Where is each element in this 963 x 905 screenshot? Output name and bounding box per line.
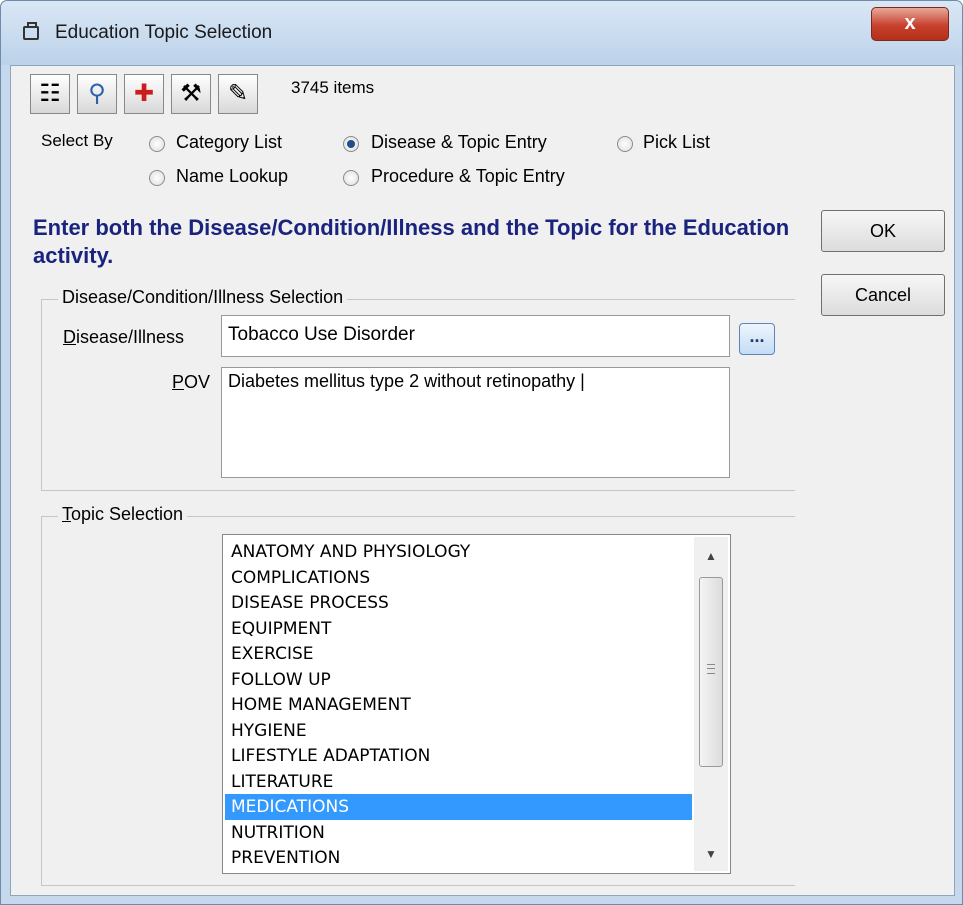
label-rest: OV [184,372,211,392]
radio-button[interactable] [149,170,165,186]
toolbar: ☷ ⚲ ✚ ⚒ ✎ [30,74,260,116]
pov-label: POV [172,372,210,393]
topic-list-item[interactable]: HYGIENE [225,718,692,744]
item-count: 3745 items [291,78,375,97]
instruction-text: Enter both the Disease/Condition/Illness… [33,215,790,268]
radio-button-selected[interactable] [343,136,359,152]
vertical-scrollbar[interactable]: ▲ ▼ [694,537,728,871]
label-rest: isease/Illness [76,327,185,347]
topic-list-item-selected[interactable]: MEDICATIONS [225,794,692,820]
radio-label[interactable]: Pick List [643,132,710,153]
radio-button[interactable] [149,136,165,152]
radio-label[interactable]: Name Lookup [176,166,288,187]
title-bar[interactable]: Education Topic Selection x [1,1,962,65]
topic-list-item[interactable]: EQUIPMENT [225,616,692,642]
topic-listbox[interactable]: ANATOMY AND PHYSIOLOGY COMPLICATIONS DISEA… [222,534,731,874]
label-mnemonic: P [172,372,185,392]
tree-icon[interactable]: ☷ [30,74,70,114]
scroll-up-icon[interactable]: ▲ [694,541,728,571]
radio-label[interactable]: Procedure & Topic Entry [371,166,565,187]
topic-list-item[interactable]: HOME MANAGEMENT [225,692,692,718]
label-mnemonic: D [63,327,76,347]
pov-textarea[interactable]: Diabetes mellitus type 2 without retinop… [221,367,730,478]
grip-icon [707,664,715,674]
radio-button[interactable] [617,136,633,152]
cancel-button[interactable]: Cancel [821,274,945,316]
window-icon [23,22,39,40]
dialog-window: Education Topic Selection x ☷ ⚲ ✚ ⚒ ✎ 37… [0,0,963,905]
dialog-client: ☷ ⚲ ✚ ⚒ ✎ 3745 items Select By Category … [10,65,955,896]
window-title: Education Topic Selection [55,22,273,43]
scroll-thumb[interactable] [699,577,723,767]
add-icon[interactable]: ✚ [124,74,164,114]
topic-list-item[interactable]: EXERCISE [225,641,692,667]
browse-disease-button[interactable]: ... [739,323,775,355]
close-button[interactable]: x [871,7,949,41]
topic-list-item[interactable]: NUTRITION [225,820,692,846]
radio-label[interactable]: Category List [176,132,282,153]
radio-label[interactable]: Disease & Topic Entry [371,132,547,153]
search-icon[interactable]: ⚲ [77,74,117,114]
topic-list-item[interactable]: COMPLICATIONS [225,565,692,591]
group-title: Topic Selection [58,504,188,525]
topic-list-item[interactable]: LITERATURE [225,769,692,795]
scroll-down-icon[interactable]: ▼ [694,839,728,869]
topic-list-item[interactable]: PREVENTION [225,845,692,871]
disease-illness-label: Disease/Illness [63,327,184,348]
ok-button[interactable]: OK [821,210,945,252]
topic-list-item[interactable]: DISEASE PROCESS [225,590,692,616]
label-mnemonic: T [62,504,71,524]
disease-illness-input[interactable]: Tobacco Use Disorder [221,315,730,357]
radio-button[interactable] [343,170,359,186]
topic-list-item[interactable]: LIFESTYLE ADAPTATION [225,743,692,769]
tools-icon[interactable]: ⚒ [171,74,211,114]
select-by-label: Select By [41,131,113,150]
group-title: Disease/Condition/Illness Selection [58,287,348,308]
label-rest: opic Selection [71,504,184,524]
topic-list-item[interactable]: FOLLOW UP [225,667,692,693]
notes-icon[interactable]: ✎ [218,74,258,114]
topic-list-item[interactable]: ANATOMY AND PHYSIOLOGY [225,539,692,565]
